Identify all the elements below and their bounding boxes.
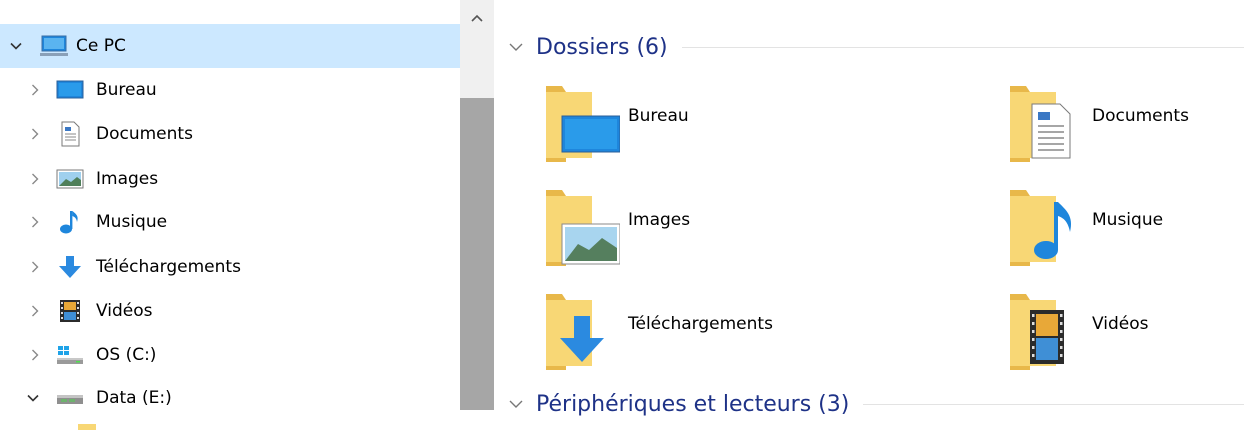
folder-icon [1010, 294, 1064, 370]
computer-icon [40, 32, 68, 60]
picture-icon [56, 165, 84, 193]
nav-item-telechargements[interactable]: Téléchargements [0, 245, 460, 289]
chevron-right-icon[interactable] [28, 215, 42, 229]
folder-icon [1010, 190, 1072, 266]
nav-item-musique[interactable]: Musique [0, 200, 460, 244]
folder-tile-label: Bureau [628, 106, 689, 126]
folder-tile-images[interactable]: Images [544, 186, 844, 272]
nav-item-label: Vidéos [96, 301, 153, 321]
folder-tile-bureau[interactable]: Bureau [544, 82, 844, 168]
scroll-up-button[interactable] [460, 0, 494, 36]
chevron-right-icon[interactable] [28, 304, 42, 318]
nav-item-os-c[interactable]: OS (C:) [0, 333, 460, 377]
group-header-dossiers[interactable]: Dossiers (6) [508, 32, 1254, 62]
chevron-down-icon[interactable] [508, 396, 524, 412]
scroll-thumb[interactable] [460, 98, 494, 410]
folder-tile-label: Vidéos [1092, 314, 1149, 334]
folder-tile-label: Musique [1092, 210, 1164, 230]
nav-item-data-e[interactable]: Data (E:) [0, 376, 460, 420]
nav-item-label: Images [96, 169, 159, 189]
chevron-right-icon[interactable] [28, 127, 42, 141]
document-icon [56, 120, 84, 148]
nav-scrollbar[interactable] [460, 0, 494, 410]
nav-item-label: Ce PC [76, 36, 126, 56]
folder-icon [78, 424, 96, 430]
nav-item-images[interactable]: Images [0, 157, 460, 201]
music-note-icon [56, 208, 84, 236]
folder-icon [1010, 86, 1071, 162]
chevron-down-icon[interactable] [26, 391, 40, 405]
folder-tile-label: Documents [1092, 106, 1189, 126]
windows-drive-icon [56, 341, 84, 369]
film-strip-icon [56, 297, 84, 325]
nav-item-label: OS (C:) [96, 345, 157, 365]
chevron-right-icon[interactable] [28, 348, 42, 362]
nav-item-bureau[interactable]: Bureau [0, 68, 460, 112]
folder-tile-videos[interactable]: Vidéos [1008, 290, 1254, 376]
chevron-right-icon[interactable] [28, 260, 42, 274]
nav-item-ce-pc[interactable]: Ce PC [0, 24, 460, 68]
folder-icon [546, 86, 620, 162]
nav-item-label: Téléchargements [96, 257, 241, 277]
folder-tile-label: Images [628, 210, 691, 230]
nav-item-label: Data (E:) [96, 388, 172, 408]
group-title: Périphériques et lecteurs (3) [536, 391, 850, 417]
folder-tile-musique[interactable]: Musique [1008, 186, 1254, 272]
chevron-down-icon[interactable] [9, 39, 23, 53]
group-divider [863, 403, 1244, 405]
nav-item-videos[interactable]: Vidéos [0, 289, 460, 333]
navigation-pane: Ce PC Bureau Documents Images Musique Té… [0, 0, 460, 430]
content-pane: Dossiers (6) Bureau Documents Images Mus… [494, 0, 1254, 430]
group-header-peripheriques[interactable]: Périphériques et lecteurs (3) [508, 389, 1254, 419]
folder-tile-documents[interactable]: Documents [1008, 82, 1254, 168]
chevron-right-icon[interactable] [28, 172, 42, 186]
group-title: Dossiers (6) [536, 34, 668, 60]
folder-tile-telechargements[interactable]: Téléchargements [544, 290, 844, 376]
hard-drive-icon [56, 384, 84, 412]
nav-item-label: Documents [96, 124, 193, 144]
chevron-down-icon[interactable] [508, 39, 524, 55]
nav-item-documents[interactable]: Documents [0, 112, 460, 156]
nav-item-label: Musique [96, 212, 168, 232]
nav-item-label: Bureau [96, 80, 157, 100]
group-divider [681, 46, 1244, 48]
folder-icon [546, 294, 604, 370]
desktop-icon [56, 76, 84, 104]
chevron-right-icon[interactable] [28, 83, 42, 97]
download-arrow-icon [56, 253, 84, 281]
folder-icon [546, 190, 620, 266]
folder-tile-label: Téléchargements [628, 314, 773, 334]
